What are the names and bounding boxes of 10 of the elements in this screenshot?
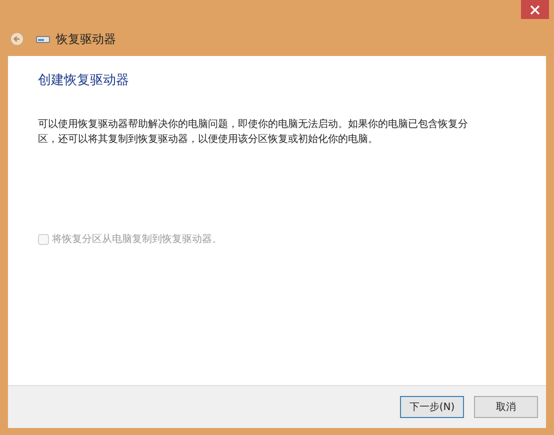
- close-icon: [530, 4, 540, 14]
- cancel-button[interactable]: 取消: [474, 396, 538, 418]
- drive-icon: [36, 34, 50, 44]
- back-button[interactable]: [10, 32, 24, 46]
- next-button[interactable]: 下一步(N): [400, 396, 464, 418]
- window-title: 恢复驱动器: [56, 30, 116, 48]
- page-heading: 创建恢复驱动器: [38, 72, 130, 89]
- close-button[interactable]: [521, 0, 549, 19]
- checkbox-label: 将恢复分区从电脑复制到恢复驱动器。: [52, 232, 222, 246]
- description-text: 可以使用恢复驱动器帮助解决你的电脑问题，即使你的电脑无法启动。如果你的电脑已包含恢复分区，还可以将其复制到恢复驱动器，以便使用该分区恢复或初始化你的电脑。: [38, 118, 469, 147]
